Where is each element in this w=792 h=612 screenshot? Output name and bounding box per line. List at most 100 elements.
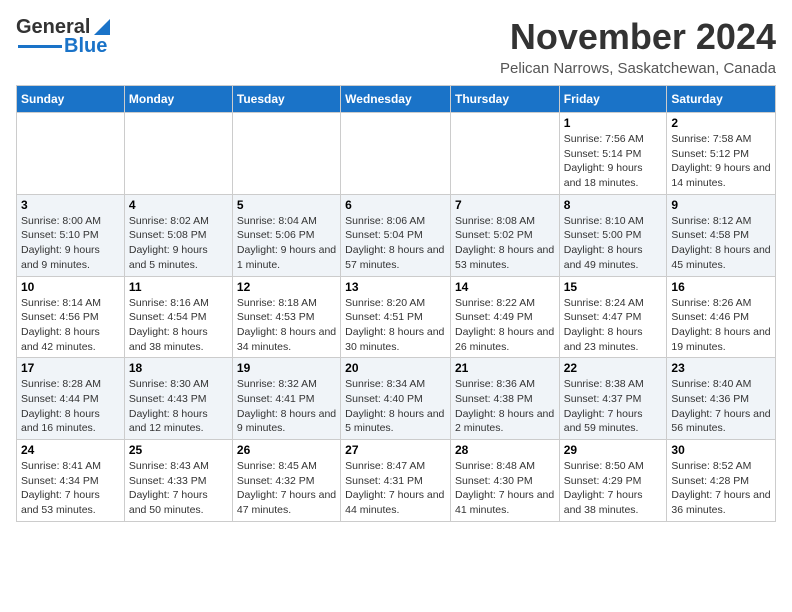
day-number: 18 [129, 361, 228, 375]
day-number: 15 [564, 280, 663, 294]
day-number: 26 [237, 443, 336, 457]
day-number: 16 [671, 280, 771, 294]
day-number: 24 [21, 443, 120, 457]
day-number: 2 [671, 116, 771, 130]
page-header: General Blue November 2024 Pelican Narro… [16, 16, 776, 77]
weekday-header-friday: Friday [559, 86, 667, 113]
day-number: 20 [345, 361, 446, 375]
weekday-header-wednesday: Wednesday [341, 86, 451, 113]
day-info: Sunrise: 8:00 AM Sunset: 5:10 PM Dayligh… [21, 214, 120, 273]
calendar-header-row: SundayMondayTuesdayWednesdayThursdayFrid… [17, 86, 776, 113]
weekday-header-thursday: Thursday [450, 86, 559, 113]
day-info: Sunrise: 8:24 AM Sunset: 4:47 PM Dayligh… [564, 296, 663, 355]
day-number: 1 [564, 116, 663, 130]
day-number: 13 [345, 280, 446, 294]
day-info: Sunrise: 8:10 AM Sunset: 5:00 PM Dayligh… [564, 214, 663, 273]
calendar-cell: 9Sunrise: 8:12 AM Sunset: 4:58 PM Daylig… [667, 194, 776, 276]
day-info: Sunrise: 8:22 AM Sunset: 4:49 PM Dayligh… [455, 296, 555, 355]
calendar-cell: 28Sunrise: 8:48 AM Sunset: 4:30 PM Dayli… [450, 440, 559, 522]
day-info: Sunrise: 7:56 AM Sunset: 5:14 PM Dayligh… [564, 132, 663, 191]
calendar-cell: 15 Sunrise: 8:24 AM Sunset: 4:47 PM Dayli… [559, 276, 667, 358]
day-info: Sunrise: 8:12 AM Sunset: 4:58 PM Dayligh… [671, 214, 771, 273]
calendar-cell: 2 Sunrise: 7:58 AM Sunset: 5:12 PM Daylig… [667, 113, 776, 195]
day-number: 19 [237, 361, 336, 375]
day-info: Sunrise: 8:45 AM Sunset: 4:32 PM Dayligh… [237, 459, 336, 518]
calendar-cell: 25 Sunrise: 8:43 AM Sunset: 4:33 PM Dayli… [124, 440, 232, 522]
calendar-cell [232, 113, 340, 195]
location-subtitle: Pelican Narrows, Saskatchewan, Canada [500, 60, 776, 77]
day-number: 30 [671, 443, 771, 457]
logo: General Blue [16, 16, 112, 58]
day-info: Sunrise: 8:06 AM Sunset: 5:04 PM Dayligh… [345, 214, 446, 273]
logo-underline [18, 45, 62, 48]
day-info: Sunrise: 8:32 AM Sunset: 4:41 PM Dayligh… [237, 377, 336, 436]
day-number: 7 [455, 198, 555, 212]
calendar-cell: 11Sunrise: 8:16 AM Sunset: 4:54 PM Dayli… [124, 276, 232, 358]
month-title: November 2024 [500, 16, 776, 58]
calendar-cell: 3 Sunrise: 8:00 AM Sunset: 5:10 PM Daylig… [17, 194, 125, 276]
calendar-week-row: 17 Sunrise: 8:28 AM Sunset: 4:44 PM Dayli… [17, 358, 776, 440]
calendar-cell: 6 Sunrise: 8:06 AM Sunset: 5:04 PM Daylig… [341, 194, 451, 276]
day-number: 12 [237, 280, 336, 294]
day-number: 29 [564, 443, 663, 457]
day-info: Sunrise: 8:14 AM Sunset: 4:56 PM Dayligh… [21, 296, 120, 355]
day-info: Sunrise: 8:04 AM Sunset: 5:06 PM Dayligh… [237, 214, 336, 273]
day-info: Sunrise: 8:08 AM Sunset: 5:02 PM Dayligh… [455, 214, 555, 273]
calendar-cell: 24 Sunrise: 8:41 AM Sunset: 4:34 PM Dayli… [17, 440, 125, 522]
day-info: Sunrise: 8:40 AM Sunset: 4:36 PM Dayligh… [671, 377, 771, 436]
calendar-cell: 26 Sunrise: 8:45 AM Sunset: 4:32 PM Dayli… [232, 440, 340, 522]
day-number: 10 [21, 280, 120, 294]
day-info: Sunrise: 8:34 AM Sunset: 4:40 PM Dayligh… [345, 377, 446, 436]
day-number: 25 [129, 443, 228, 457]
calendar-cell [17, 113, 125, 195]
calendar-cell: 19 Sunrise: 8:32 AM Sunset: 4:41 PM Dayli… [232, 358, 340, 440]
day-number: 27 [345, 443, 446, 457]
day-number: 6 [345, 198, 446, 212]
calendar-cell: 12 Sunrise: 8:18 AM Sunset: 4:53 PM Dayli… [232, 276, 340, 358]
logo-blue: Blue [64, 35, 107, 58]
day-info: Sunrise: 8:50 AM Sunset: 4:29 PM Dayligh… [564, 459, 663, 518]
weekday-header-saturday: Saturday [667, 86, 776, 113]
day-info: Sunrise: 7:58 AM Sunset: 5:12 PM Dayligh… [671, 132, 771, 191]
day-number: 28 [455, 443, 555, 457]
calendar-cell: 14Sunrise: 8:22 AM Sunset: 4:49 PM Dayli… [450, 276, 559, 358]
day-number: 4 [129, 198, 228, 212]
day-info: Sunrise: 8:30 AM Sunset: 4:43 PM Dayligh… [129, 377, 228, 436]
calendar-cell: 27 Sunrise: 8:47 AM Sunset: 4:31 PM Dayli… [341, 440, 451, 522]
calendar-cell: 23Sunrise: 8:40 AM Sunset: 4:36 PM Dayli… [667, 358, 776, 440]
day-info: Sunrise: 8:41 AM Sunset: 4:34 PM Dayligh… [21, 459, 120, 518]
calendar-cell: 10 Sunrise: 8:14 AM Sunset: 4:56 PM Dayli… [17, 276, 125, 358]
calendar-cell: 30 Sunrise: 8:52 AM Sunset: 4:28 PM Dayli… [667, 440, 776, 522]
day-number: 11 [129, 280, 228, 294]
day-info: Sunrise: 8:20 AM Sunset: 4:51 PM Dayligh… [345, 296, 446, 355]
calendar-cell: 16Sunrise: 8:26 AM Sunset: 4:46 PM Dayli… [667, 276, 776, 358]
calendar-cell: 5 Sunrise: 8:04 AM Sunset: 5:06 PM Daylig… [232, 194, 340, 276]
calendar-cell [341, 113, 451, 195]
day-info: Sunrise: 8:47 AM Sunset: 4:31 PM Dayligh… [345, 459, 446, 518]
calendar-cell: 20 Sunrise: 8:34 AM Sunset: 4:40 PM Dayli… [341, 358, 451, 440]
day-number: 22 [564, 361, 663, 375]
day-number: 5 [237, 198, 336, 212]
day-number: 17 [21, 361, 120, 375]
calendar-week-row: 3 Sunrise: 8:00 AM Sunset: 5:10 PM Daylig… [17, 194, 776, 276]
title-block: November 2024 Pelican Narrows, Saskatche… [500, 16, 776, 77]
calendar-cell: 17 Sunrise: 8:28 AM Sunset: 4:44 PM Dayli… [17, 358, 125, 440]
day-info: Sunrise: 8:18 AM Sunset: 4:53 PM Dayligh… [237, 296, 336, 355]
calendar-cell: 22Sunrise: 8:38 AM Sunset: 4:37 PM Dayli… [559, 358, 667, 440]
calendar-cell [124, 113, 232, 195]
calendar-cell: 1 Sunrise: 7:56 AM Sunset: 5:14 PM Daylig… [559, 113, 667, 195]
calendar-cell [450, 113, 559, 195]
day-info: Sunrise: 8:28 AM Sunset: 4:44 PM Dayligh… [21, 377, 120, 436]
day-number: 21 [455, 361, 555, 375]
calendar-week-row: 1 Sunrise: 7:56 AM Sunset: 5:14 PM Daylig… [17, 113, 776, 195]
day-info: Sunrise: 8:43 AM Sunset: 4:33 PM Dayligh… [129, 459, 228, 518]
weekday-header-tuesday: Tuesday [232, 86, 340, 113]
day-number: 8 [564, 198, 663, 212]
day-info: Sunrise: 8:02 AM Sunset: 5:08 PM Dayligh… [129, 214, 228, 273]
calendar-cell: 4 Sunrise: 8:02 AM Sunset: 5:08 PM Daylig… [124, 194, 232, 276]
day-number: 3 [21, 198, 120, 212]
calendar-cell: 8 Sunrise: 8:10 AM Sunset: 5:00 PM Daylig… [559, 194, 667, 276]
calendar-cell: 18 Sunrise: 8:30 AM Sunset: 4:43 PM Dayli… [124, 358, 232, 440]
day-info: Sunrise: 8:52 AM Sunset: 4:28 PM Dayligh… [671, 459, 771, 518]
calendar-cell: 7 Sunrise: 8:08 AM Sunset: 5:02 PM Daylig… [450, 194, 559, 276]
